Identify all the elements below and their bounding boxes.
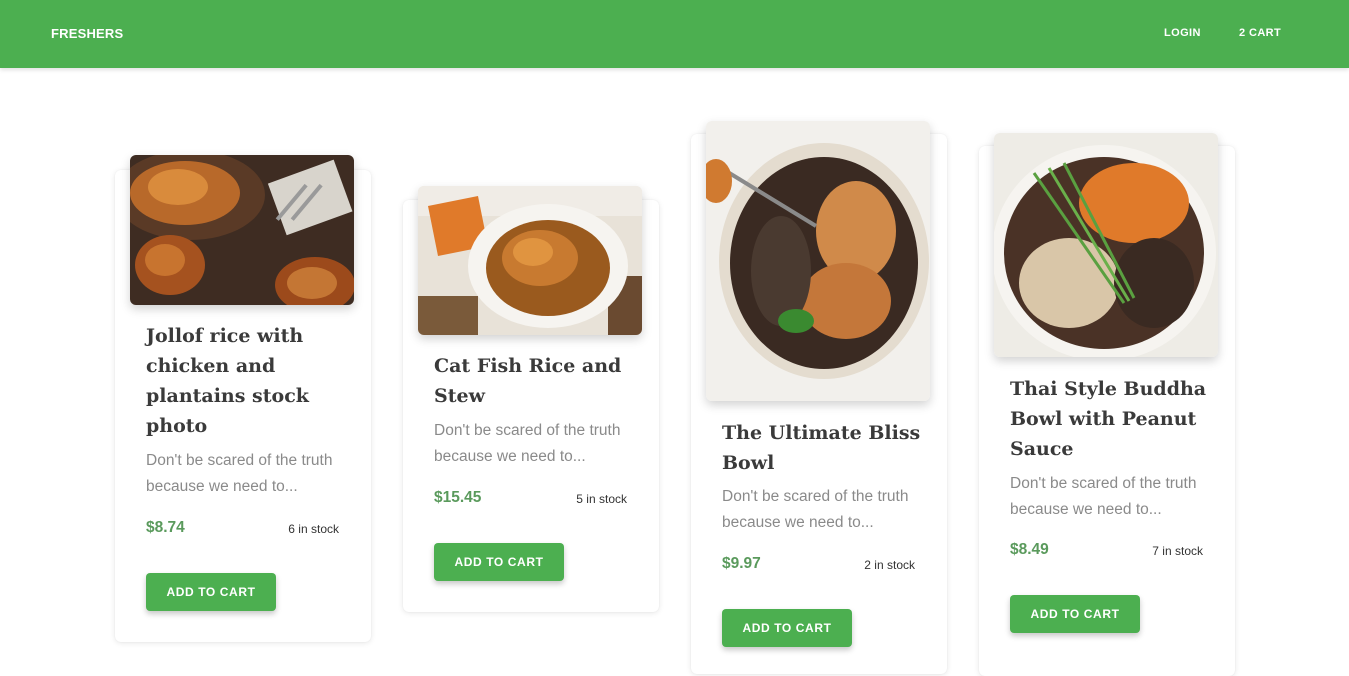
stock-count: 2 in stock bbox=[864, 558, 915, 572]
product-image[interactable] bbox=[706, 121, 930, 401]
product-description: Don't be scared of the truth because we … bbox=[1010, 475, 1197, 518]
product-price: $8.49 bbox=[1010, 541, 1049, 558]
product-image[interactable] bbox=[418, 186, 642, 335]
product-card: Thai Style Buddha Bowl with Peanut Sauce… bbox=[979, 133, 1235, 676]
buddha-bowl-image bbox=[994, 133, 1218, 357]
product-card: Cat Fish Rice and Stew Don't be scared o… bbox=[403, 186, 659, 612]
cat-fish-stew-image bbox=[418, 186, 642, 335]
product-title[interactable]: Thai Style Buddha Bowl with Peanut Sauce bbox=[1010, 374, 1210, 464]
product-description: Don't be scared of the truth because we … bbox=[722, 488, 909, 531]
login-link[interactable]: LOGIN bbox=[1164, 27, 1201, 39]
stock-count: 7 in stock bbox=[1152, 544, 1203, 558]
jollof-rice-image bbox=[130, 155, 354, 305]
product-price: $9.97 bbox=[722, 555, 761, 572]
product-description: Don't be scared of the truth because we … bbox=[434, 422, 621, 465]
stock-count: 6 in stock bbox=[288, 522, 339, 536]
product-title[interactable]: Jollof rice with chicken and plantains s… bbox=[146, 321, 346, 441]
add-to-cart-button[interactable]: ADD TO CART bbox=[722, 609, 852, 647]
add-to-cart-button[interactable]: ADD TO CART bbox=[1010, 595, 1140, 633]
product-image[interactable] bbox=[130, 155, 354, 305]
product-image[interactable] bbox=[994, 133, 1218, 357]
bliss-bowl-image bbox=[706, 121, 930, 401]
add-to-cart-button[interactable]: ADD TO CART bbox=[434, 543, 564, 581]
add-to-cart-button[interactable]: ADD TO CART bbox=[146, 573, 276, 611]
product-description: Don't be scared of the truth because we … bbox=[146, 452, 333, 495]
product-title[interactable]: The Ultimate Bliss Bowl bbox=[722, 418, 922, 478]
product-price: $15.45 bbox=[434, 489, 482, 506]
cart-link[interactable]: 2 CART bbox=[1239, 27, 1281, 39]
product-card: The Ultimate Bliss Bowl Don't be scared … bbox=[691, 121, 947, 674]
brand-logo[interactable]: FRESHERS bbox=[51, 26, 123, 41]
product-card: Jollof rice with chicken and plantains s… bbox=[115, 155, 371, 642]
product-price: $8.74 bbox=[146, 519, 185, 536]
product-title[interactable]: Cat Fish Rice and Stew bbox=[434, 351, 634, 411]
stock-count: 5 in stock bbox=[576, 492, 627, 506]
top-navbar: FRESHERS LOGIN 2 CART bbox=[0, 0, 1349, 68]
